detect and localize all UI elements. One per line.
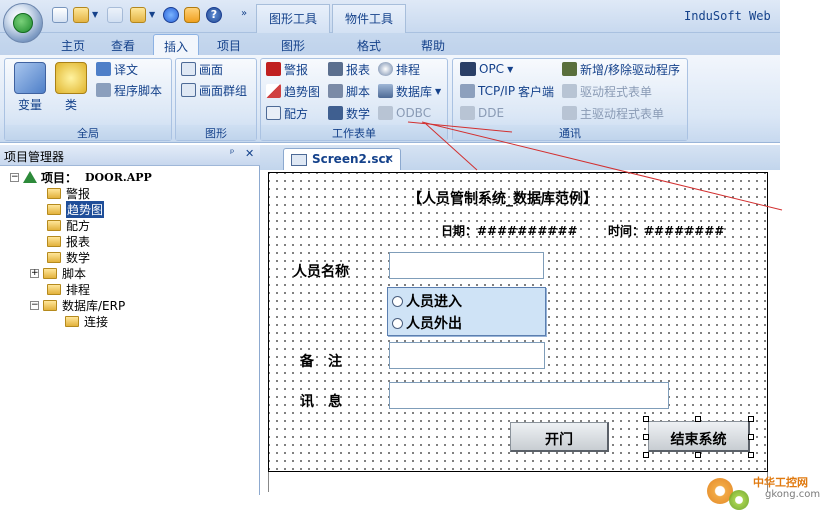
watermark-brand: 中华工控网 (753, 476, 808, 489)
watermark: 中华工控网 gkong.com (705, 470, 840, 520)
application-menu-button[interactable] (3, 3, 43, 43)
annotation-line (407, 121, 513, 133)
app-logo-icon (13, 13, 33, 33)
gear-icon (729, 490, 749, 510)
annotation-overlay (407, 121, 783, 211)
watermark-domain: gkong.com (765, 489, 821, 500)
annotation-line (421, 121, 783, 211)
annotation-line (425, 123, 478, 171)
